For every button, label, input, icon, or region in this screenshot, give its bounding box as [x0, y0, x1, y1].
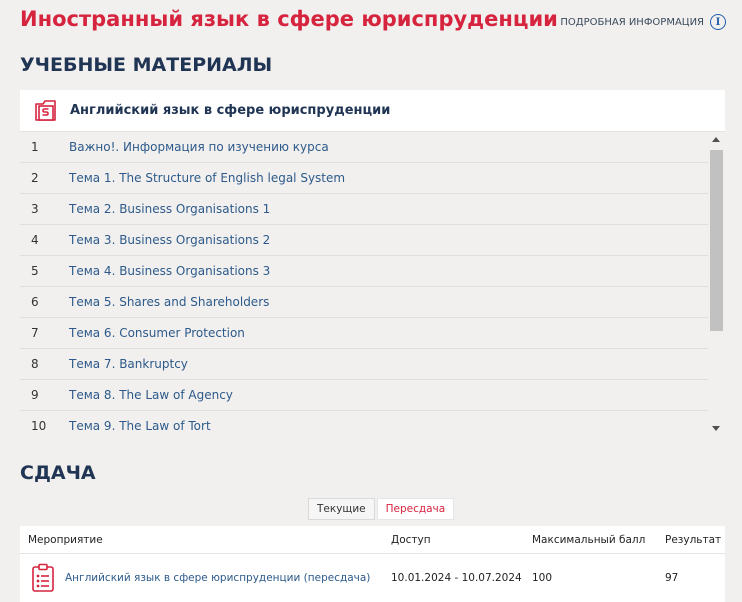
list-item[interactable]: 6 Тема 5. Shares and Shareholders	[20, 287, 708, 318]
topic-number: 8	[31, 357, 39, 371]
list-item[interactable]: 10 Тема 9. The Law of Tort	[20, 411, 708, 440]
list-item[interactable]: 4 Тема 3. Business Organisations 2	[20, 225, 708, 256]
page-title: Иностранный язык в сфере юриспруденции	[20, 7, 558, 31]
topic-link[interactable]: Тема 6. Consumer Protection	[69, 326, 245, 340]
topic-number: 5	[31, 264, 39, 278]
topic-link[interactable]: Тема 3. Business Organisations 2	[69, 233, 270, 247]
topic-link[interactable]: Тема 7. Bankruptcy	[69, 357, 188, 371]
topic-link[interactable]: Тема 4. Business Organisations 3	[69, 264, 270, 278]
topic-number: 9	[31, 388, 39, 402]
list-item[interactable]: 5 Тема 4. Business Organisations 3	[20, 256, 708, 287]
exam-table: Мероприятие Доступ Максимальный балл Рез…	[20, 526, 725, 602]
topic-link[interactable]: Тема 2. Business Organisations 1	[69, 202, 270, 216]
list-item[interactable]: 1 Важно!. Информация по изучению курса	[20, 132, 708, 163]
exam-heading: СДАЧА	[20, 462, 96, 484]
list-item[interactable]: 7 Тема 6. Consumer Protection	[20, 318, 708, 349]
column-header-access: Доступ	[391, 533, 431, 546]
topic-link[interactable]: Тема 9. The Law of Tort	[69, 419, 211, 433]
topic-list: 1 Важно!. Информация по изучению курса 2…	[20, 132, 725, 440]
document-icon	[35, 99, 56, 121]
course-card[interactable]: Английский язык в сфере юриспруденции	[20, 90, 725, 132]
topic-link[interactable]: Тема 5. Shares and Shareholders	[69, 295, 269, 309]
tab-current[interactable]: Текущие	[308, 498, 375, 520]
scroll-up-arrow-icon[interactable]	[712, 137, 720, 142]
topic-link[interactable]: Тема 8. The Law of Agency	[69, 388, 233, 402]
exam-tabs: Текущие Пересдача	[308, 498, 455, 520]
info-icon[interactable]: i	[710, 14, 726, 30]
result-score: 97	[665, 572, 679, 584]
scroll-down-arrow-icon[interactable]	[712, 426, 720, 431]
clipboard-icon	[32, 563, 54, 592]
course-card-title: Английский язык в сфере юриспруденции	[70, 103, 391, 118]
topic-number: 3	[31, 202, 39, 216]
list-item[interactable]: 9 Тема 8. The Law of Agency	[20, 380, 708, 411]
topic-number: 4	[31, 233, 39, 247]
more-info-link[interactable]: ПОДРОБНАЯ ИНФОРМАЦИЯ i	[560, 14, 726, 30]
topic-link[interactable]: Тема 1. The Structure of English legal S…	[69, 171, 345, 185]
list-item[interactable]: 2 Тема 1. The Structure of English legal…	[20, 163, 708, 194]
topic-list-scrollbar[interactable]	[708, 132, 725, 434]
event-cell: Английский язык в сфере юриспруденции (п…	[20, 563, 391, 593]
topic-number: 2	[31, 171, 39, 185]
table-row[interactable]: Английский язык в сфере юриспруденции (п…	[20, 554, 725, 602]
max-score: 100	[532, 572, 553, 584]
topic-number: 7	[31, 326, 39, 340]
tab-retake[interactable]: Пересдача	[376, 498, 455, 520]
more-info-label: ПОДРОБНАЯ ИНФОРМАЦИЯ	[560, 16, 704, 28]
column-header-event: Мероприятие	[28, 533, 103, 546]
column-header-result: Результат	[665, 533, 722, 546]
scroll-thumb[interactable]	[710, 150, 723, 331]
column-header-max-score: Максимальный балл	[532, 533, 646, 546]
access-dates: 10.01.2024 - 10.07.2024	[391, 572, 522, 584]
exam-event-link[interactable]: Английский язык в сфере юриспруденции (п…	[65, 572, 370, 584]
topic-number: 1	[31, 140, 39, 154]
topic-number: 10	[31, 419, 47, 433]
topic-number: 6	[31, 295, 39, 309]
topic-link[interactable]: Важно!. Информация по изучению курса	[69, 140, 329, 154]
table-header: Мероприятие Доступ Максимальный балл Рез…	[20, 526, 725, 554]
materials-heading: УЧЕБНЫЕ МАТЕРИАЛЫ	[20, 54, 273, 76]
list-item[interactable]: 8 Тема 7. Bankruptcy	[20, 349, 708, 380]
list-item[interactable]: 3 Тема 2. Business Organisations 1	[20, 194, 708, 225]
